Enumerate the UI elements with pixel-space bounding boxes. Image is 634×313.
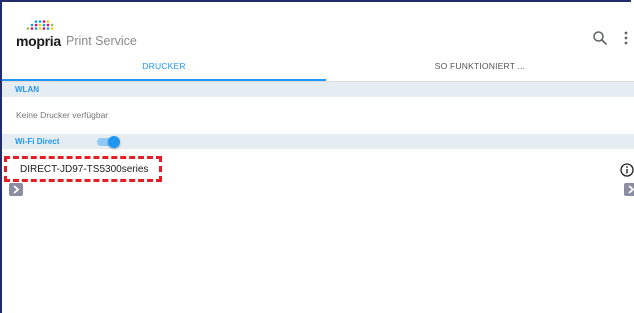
tab-drucker[interactable]: DRUCKER	[2, 55, 326, 79]
chevron-right-icon-edge[interactable]	[624, 183, 634, 196]
section-header-wlan: WLAN	[2, 82, 634, 97]
logo-dots-icon	[26, 20, 54, 30]
app-subtitle: Print Service	[66, 34, 137, 48]
chevron-glyph-icon	[13, 185, 20, 194]
mopria-logo: mopria Print Service	[16, 20, 146, 50]
search-icon[interactable]	[592, 30, 608, 46]
wifi-direct-toggle[interactable]	[97, 136, 121, 148]
tab-so-funktioniert[interactable]: SO FUNKTIONIERT ...	[326, 55, 634, 79]
info-icon[interactable]	[620, 163, 634, 177]
more-vert-icon[interactable]	[623, 30, 629, 46]
logo-wordmark: mopria	[16, 33, 61, 49]
wlan-empty-message: Keine Drucker verfügbar	[16, 110, 109, 120]
chevron-glyph-icon	[628, 185, 634, 194]
chevron-right-icon[interactable]	[9, 183, 23, 196]
tab-bar: DRUCKER SO FUNKTIONIERT ...	[2, 55, 634, 81]
toggle-thumb	[108, 136, 120, 148]
highlight-annotation	[4, 156, 162, 182]
